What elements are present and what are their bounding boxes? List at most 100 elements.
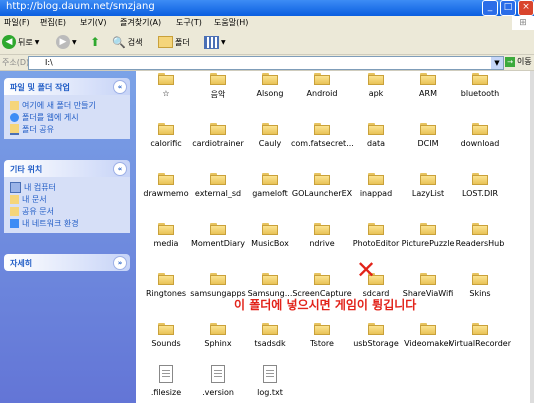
folder-icon: [420, 173, 436, 185]
folder-icon: [158, 73, 174, 85]
folder-icon: [158, 123, 174, 135]
folder-icon: [210, 223, 226, 235]
address-input[interactable]: I:\ ▼: [28, 56, 504, 70]
folder-label: com.fatsecret...: [291, 139, 353, 148]
back-arrow-icon: ◀: [2, 35, 16, 49]
file-list-view: ☆ 음악 Alsong Android apk ARM bluetooth calorific…: [136, 71, 534, 403]
task-share-folder[interactable]: 폴더 공유: [10, 123, 130, 135]
documents-icon: [10, 194, 19, 204]
folder-icon: [420, 323, 436, 335]
menu-favorites[interactable]: 즐겨찾기(A): [120, 17, 161, 28]
folder-label: LOST.DIR: [461, 189, 499, 198]
chevron-down-icon: ▼: [221, 38, 226, 46]
globe-icon: [10, 112, 19, 122]
close-button[interactable]: ×: [518, 0, 534, 16]
folder-icon: [368, 323, 384, 335]
search-icon: 🔍: [112, 35, 126, 49]
annotation-text: 이 폴더에 넣으시면 게임이 튕깁니다: [234, 298, 417, 312]
folder-icon: [420, 223, 436, 235]
task-publish-web[interactable]: 폴더를 웹에 게시: [10, 111, 130, 123]
panel-header[interactable]: 기타 위치 «: [4, 160, 130, 177]
folder-label: bluetooth: [460, 89, 500, 98]
folder-label: ReadersHub: [455, 239, 505, 248]
place-label: 공유 문서: [22, 206, 54, 216]
folder-icon: [210, 123, 226, 135]
folder-icon: [262, 323, 278, 335]
toolbar: ◀ 뒤로 ▼ ▶ ▼ ⬆ 🔍 검색 폴더 ▼: [0, 30, 534, 55]
other-places-panel: 기타 위치 « 내 컴퓨터 내 문서 공유 문서 내 네트워크 환경: [4, 160, 130, 233]
folders-label: 폴더: [175, 37, 190, 47]
panel-header[interactable]: 파일 및 폴더 작업 «: [4, 78, 130, 95]
task-label: 폴더 공유: [22, 124, 54, 134]
folder-icon: [420, 123, 436, 135]
file-icon: [159, 365, 173, 383]
views-button[interactable]: ▼: [204, 34, 226, 50]
panel-header[interactable]: 자세히 »: [4, 254, 130, 271]
place-my-documents[interactable]: 내 문서: [10, 193, 130, 205]
folder-icon: [368, 223, 384, 235]
menu-help[interactable]: 도움말(H): [214, 17, 248, 28]
file-icon: [263, 365, 277, 383]
folder-label: Skins: [469, 289, 491, 298]
details-panel: 자세히 »: [4, 254, 130, 271]
go-button[interactable]: → 이동: [505, 56, 532, 67]
place-network[interactable]: 내 네트워크 환경: [10, 217, 130, 229]
collapse-icon[interactable]: «: [113, 162, 127, 176]
maximize-button[interactable]: □: [500, 0, 516, 16]
place-label: 내 네트워크 환경: [22, 218, 79, 228]
go-label: 이동: [517, 57, 532, 66]
chevron-down-icon[interactable]: ▼: [491, 57, 503, 69]
menu-tools[interactable]: 도구(T): [176, 17, 202, 28]
forward-button[interactable]: ▶ ▼: [56, 34, 77, 50]
task-label: 여기에 새 폴더 만들기: [22, 100, 96, 110]
address-value: I:\: [45, 58, 53, 67]
place-label: 내 문서: [22, 194, 47, 204]
place-shared-documents[interactable]: 공유 문서: [10, 205, 130, 217]
panel-title: 파일 및 폴더 작업: [10, 83, 70, 92]
folder-icon: [210, 323, 226, 335]
address-bar: 주소(D) I:\ ▼ → 이동: [0, 55, 534, 71]
window-title: http://blog.daum.net/smzjang: [6, 1, 155, 12]
scrollbar[interactable]: [530, 71, 534, 403]
folder-icon: [472, 173, 488, 185]
collapse-icon[interactable]: «: [113, 80, 127, 94]
folder-label: download: [460, 139, 500, 148]
folder-icon: [210, 73, 226, 85]
minimize-button[interactable]: _: [482, 0, 498, 16]
folders-button[interactable]: 폴더: [158, 34, 190, 50]
folder-icon: [420, 273, 436, 285]
expand-icon[interactable]: »: [113, 256, 127, 270]
chevron-down-icon: ▼: [72, 38, 77, 46]
folder-icon: [420, 73, 436, 85]
search-label: 검색: [127, 37, 143, 47]
task-label: 폴더를 웹에 게시: [22, 112, 79, 122]
red-x-mark: ✕: [356, 256, 377, 284]
task-pane: 파일 및 폴더 작업 « 여기에 새 폴더 만들기 폴더를 웹에 게시 폴더 공…: [0, 71, 136, 403]
folder-icon: [314, 323, 330, 335]
chevron-down-icon: ▼: [34, 38, 40, 46]
folder-icon: [262, 273, 278, 285]
folder-icon: [368, 73, 384, 85]
menu-file[interactable]: 파일(F): [4, 17, 30, 28]
go-arrow-icon: →: [505, 56, 515, 67]
place-my-computer[interactable]: 내 컴퓨터: [10, 181, 130, 193]
folder-icon: [158, 223, 174, 235]
folder-label: Tstore: [310, 339, 334, 348]
views-icon: [204, 35, 219, 49]
folder-icon: [210, 173, 226, 185]
folder-icon: [472, 323, 488, 335]
title-bar: http://blog.daum.net/smzjang _ □ ×: [0, 0, 534, 16]
menu-view[interactable]: 보기(V): [80, 17, 106, 28]
task-new-folder[interactable]: 여기에 새 폴더 만들기: [10, 99, 130, 111]
up-folder-icon: ⬆: [90, 35, 101, 49]
search-button[interactable]: 🔍 검색: [112, 34, 142, 50]
folder-icon: [262, 123, 278, 135]
back-button[interactable]: ◀ 뒤로 ▼: [2, 34, 39, 50]
folder-label: Android: [306, 89, 338, 98]
new-folder-icon: [10, 100, 19, 110]
folder-icon: [472, 273, 488, 285]
folder-icon: [158, 323, 174, 335]
folder-icon: [314, 123, 330, 135]
menu-edit[interactable]: 편집(E): [40, 17, 66, 28]
up-folder-button[interactable]: ⬆: [90, 34, 100, 50]
